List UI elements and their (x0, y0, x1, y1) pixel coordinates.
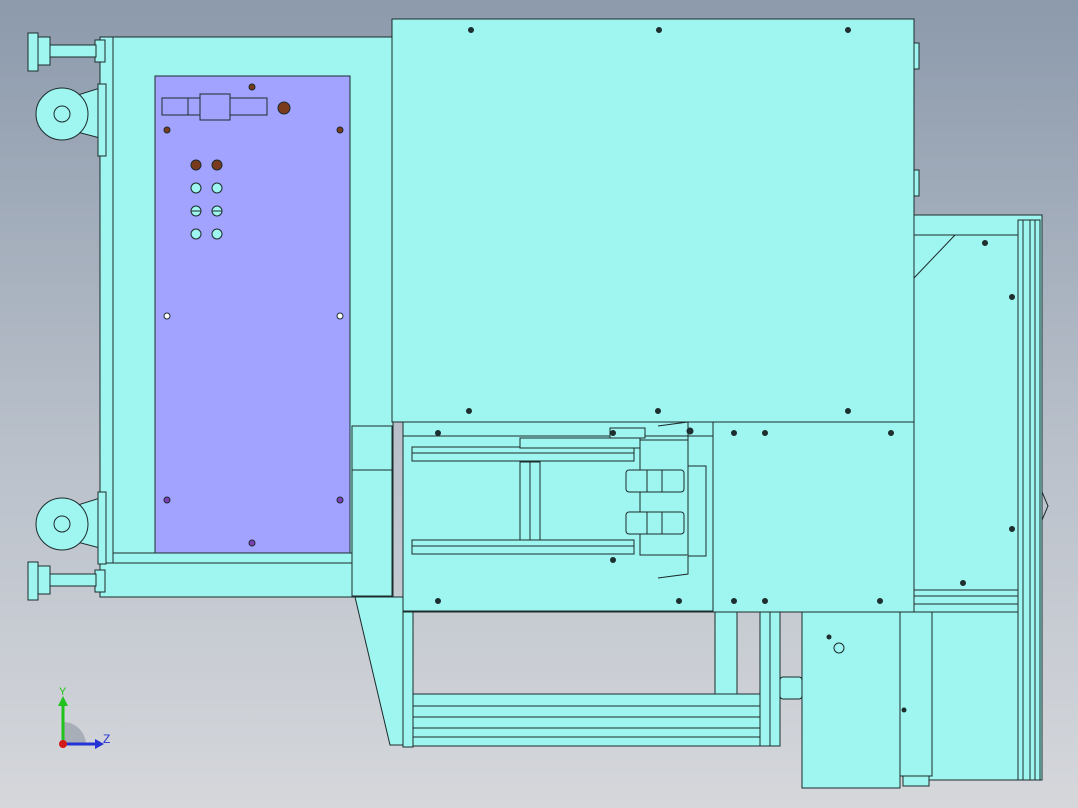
cad-model-canvas[interactable] (0, 0, 1078, 808)
caster-bottom (35, 491, 107, 565)
lower-frame (354, 596, 803, 748)
main-enclosure (391, 18, 920, 423)
triad-y-label: Y (59, 686, 67, 698)
motor-box (801, 611, 933, 789)
leveling-foot-bottom (27, 561, 106, 601)
leveling-foot-top (27, 32, 106, 72)
coordinate-triad (58, 696, 104, 749)
control-panel (154, 75, 351, 554)
cad-viewport[interactable]: Y Z (0, 0, 1078, 808)
right-cabinet (913, 214, 1049, 781)
triad-z-label: Z (103, 732, 111, 746)
caster-top (35, 83, 107, 157)
